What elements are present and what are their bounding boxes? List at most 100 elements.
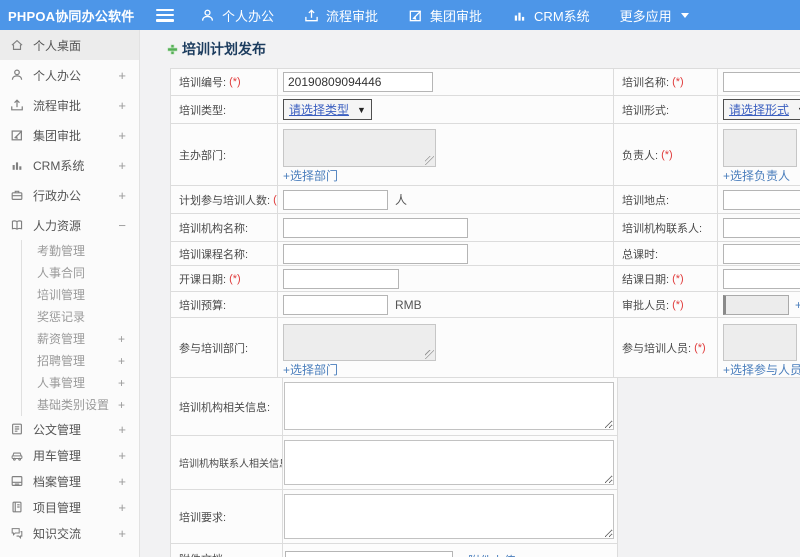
expand-plus-icon[interactable]: + <box>118 448 126 463</box>
field-label: 附件文档: <box>179 551 226 557</box>
sidebar-subitem-hr-contract[interactable]: 人事合同 <box>22 262 139 284</box>
subitem-label: 薪资管理 <box>37 332 86 346</box>
expand-plus-icon[interactable]: + <box>118 328 125 350</box>
expand-plus-icon[interactable]: + <box>118 526 126 541</box>
collapse-minus-icon[interactable]: − <box>118 218 126 233</box>
upload-icon <box>10 98 24 112</box>
sidebar-subitem-attendance[interactable]: 考勤管理 <box>22 240 139 262</box>
field-label: 培训编号: <box>179 77 227 89</box>
field-label: 培训地点: <box>622 194 670 207</box>
expand-plus-icon[interactable]: + <box>118 350 125 372</box>
budget-input[interactable] <box>283 294 388 315</box>
sidebar-item-crm[interactable]: CRM系统 + <box>0 150 139 180</box>
planned-count-input[interactable] <box>283 189 388 210</box>
training-form-select[interactable]: 请选择形式 ▼ <box>723 99 800 120</box>
total-hours-input[interactable] <box>723 243 800 264</box>
expand-plus-icon[interactable]: + <box>118 128 126 143</box>
sidebar-subitem-training-mgmt[interactable]: 培训管理 <box>22 284 139 306</box>
expand-plus-icon[interactable]: + <box>118 158 126 173</box>
sidebar-item-knowledge-exchange[interactable]: 知识交流 + <box>0 520 139 546</box>
sidebar-item-label: 流程审批 <box>33 98 82 113</box>
sidebar-item-label: 项目管理 <box>33 500 82 515</box>
sidebar-subitem-reward-record[interactable]: 奖惩记录 <box>22 306 139 328</box>
field-label: 培训类型: <box>179 104 227 117</box>
nav-more-apps[interactable]: 更多应用 <box>620 6 689 25</box>
expand-plus-icon[interactable]: + <box>118 98 126 113</box>
upload-icon <box>304 8 319 23</box>
subitem-label: 奖惩记录 <box>37 310 86 324</box>
sidebar-item-label: 用车管理 <box>33 448 82 463</box>
nav-label: 流程审批 <box>326 8 379 24</box>
nav-label: 个人办公 <box>222 8 275 24</box>
select-participants-link[interactable]: +选择参与人员 <box>723 361 800 378</box>
training-name-input[interactable] <box>723 72 800 92</box>
attachment-input[interactable] <box>285 550 453 557</box>
subitem-label: 基础类别设置 <box>37 398 110 412</box>
course-name-input[interactable] <box>283 243 468 264</box>
location-input[interactable] <box>723 189 800 210</box>
join-dept-box[interactable] <box>283 324 436 361</box>
sidebar-subitem-salary-mgmt[interactable]: 薪资管理 + <box>22 328 139 350</box>
expand-plus-icon[interactable]: + <box>118 422 126 437</box>
end-date-input[interactable] <box>723 268 800 289</box>
org-name-input[interactable] <box>283 217 468 238</box>
archive-icon <box>10 474 24 488</box>
org-info-textarea[interactable] <box>284 382 614 430</box>
green-plus-icon <box>166 43 179 56</box>
approver-input[interactable] <box>723 294 789 315</box>
expand-plus-icon[interactable]: + <box>118 188 126 203</box>
app-brand: PHPOA协同办公软件 <box>8 8 135 24</box>
menu-toggle-icon[interactable] <box>156 8 174 22</box>
nav-personal-office[interactable]: 个人办公 <box>200 6 274 25</box>
sidebar-item-vehicle-mgmt[interactable]: 用车管理 + <box>0 442 139 468</box>
expand-plus-icon[interactable]: + <box>118 372 125 394</box>
sidebar-item-human-resources[interactable]: 人力资源 − <box>0 210 139 240</box>
notebook-icon <box>10 500 24 514</box>
select-approver-link[interactable]: +选择审批人员 <box>795 296 800 313</box>
expand-plus-icon[interactable]: + <box>118 500 126 515</box>
select-dept-link[interactable]: +选择部门 <box>283 167 338 184</box>
training-no-input[interactable] <box>283 72 433 92</box>
edit-icon <box>10 128 24 142</box>
sidebar-item-project-mgmt[interactable]: 项目管理 + <box>0 494 139 520</box>
nav-workflow-approval[interactable]: 流程审批 <box>304 6 378 25</box>
expand-plus-icon[interactable]: + <box>118 394 125 416</box>
training-type-select[interactable]: 请选择类型 ▼ <box>283 99 372 120</box>
requirements-textarea[interactable] <box>284 494 614 539</box>
sidebar-subitem-recruit-mgmt[interactable]: 招聘管理 + <box>22 350 139 372</box>
nav-group-approval[interactable]: 集团审批 <box>408 6 482 25</box>
expand-plus-icon[interactable]: + <box>118 68 126 83</box>
sidebar-item-label: CRM系统 <box>33 158 85 173</box>
select-dept-link[interactable]: +选择部门 <box>283 361 338 378</box>
main-content: 培训计划发布 培训编号:(*) 培训名称:(*) 培训类型: 请选择类型 ▼ 培… <box>140 30 800 557</box>
sidebar-item-personal-desktop[interactable]: 个人桌面 <box>0 30 139 60</box>
select-leader-link[interactable]: +选择负责人 <box>723 167 790 184</box>
unit-label: 人 <box>395 193 408 207</box>
org-contact-input[interactable] <box>723 217 800 238</box>
field-label: 计划参与培训人数: <box>179 194 271 207</box>
expand-plus-icon[interactable]: + <box>118 474 126 489</box>
book-icon <box>10 218 24 232</box>
host-dept-box[interactable] <box>283 129 436 167</box>
select-value: 请选择类型 <box>289 103 350 117</box>
sidebar-item-admin-office[interactable]: 行政办公 + <box>0 180 139 210</box>
subitem-label: 人事管理 <box>37 376 86 390</box>
sidebar-subitem-personnel-mgmt[interactable]: 人事管理 + <box>22 372 139 394</box>
sidebar-item-workflow-approval[interactable]: 流程审批 + <box>0 90 139 120</box>
car-icon <box>10 448 24 462</box>
org-contact-info-textarea[interactable] <box>284 440 614 485</box>
sidebar-item-label: 行政办公 <box>33 188 82 203</box>
start-date-input[interactable] <box>283 268 399 289</box>
attachment-upload-link[interactable]: +附件上传 <box>461 552 516 557</box>
sidebar-item-personal-office[interactable]: 个人办公 + <box>0 60 139 90</box>
nav-crm-system[interactable]: CRM系统 <box>512 6 590 25</box>
sidebar-item-archive-mgmt[interactable]: 档案管理 + <box>0 468 139 494</box>
nav-label: 集团审批 <box>430 8 483 24</box>
required-mark: (*) <box>672 76 684 88</box>
join-people-box[interactable] <box>723 324 797 361</box>
leader-box[interactable] <box>723 129 797 167</box>
sidebar-item-document-mgmt[interactable]: 公文管理 + <box>0 416 139 442</box>
sidebar-subitem-base-category[interactable]: 基础类别设置 + <box>22 394 139 416</box>
sidebar-item-group-approval[interactable]: 集团审批 + <box>0 120 139 150</box>
field-label: 培训要求: <box>179 511 227 524</box>
